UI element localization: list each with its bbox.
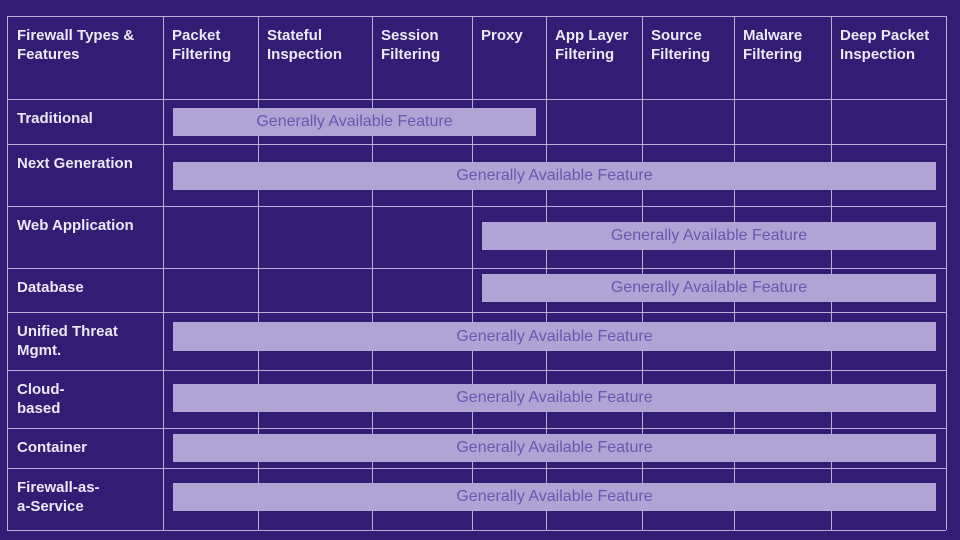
column-header: Source Filtering <box>651 27 711 63</box>
column-header: Stateful Inspection <box>267 27 343 63</box>
feature-bar: Generally Available Feature <box>482 274 936 302</box>
row-label: Firewall-as- a-Service <box>17 479 100 515</box>
grid-line-horizontal <box>7 268 946 269</box>
feature-bar-label: Generally Available Feature <box>256 113 453 130</box>
grid-line-horizontal <box>7 99 946 100</box>
feature-bar-label: Generally Available Feature <box>456 327 653 345</box>
grid-line-vertical <box>7 16 8 530</box>
column-header: Session Filtering <box>381 27 441 63</box>
grid-line-horizontal <box>7 312 946 313</box>
feature-bar: Generally Available Feature <box>482 222 936 250</box>
grid-line-horizontal <box>7 206 946 207</box>
feature-bar-label: Generally Available Feature <box>456 389 653 406</box>
column-header: Proxy <box>481 27 523 44</box>
corner-header: Firewall Types & Features <box>17 27 135 63</box>
row-label: Container <box>17 439 88 456</box>
feature-bar: Generally Available Feature <box>173 483 936 511</box>
row-label: Database <box>17 279 84 296</box>
feature-matrix: Firewall Types & Features Packet Filterin… <box>0 0 960 540</box>
feature-bar-label: Generally Available Feature <box>456 167 653 184</box>
row-label: Traditional <box>17 110 93 127</box>
grid-line-horizontal <box>7 428 946 429</box>
column-header: App Layer Filtering <box>555 27 629 63</box>
feature-bar-label: Generally Available Feature <box>456 488 653 505</box>
grid-line-horizontal <box>7 370 946 371</box>
feature-bar: Generally Available Feature <box>173 108 536 136</box>
grid-line-horizontal <box>7 468 946 469</box>
row-label: Web Application <box>17 217 134 234</box>
feature-bar-label: Generally Available Feature <box>456 439 653 456</box>
feature-bar-label: Generally Available Feature <box>610 227 808 244</box>
column-header: Packet Filtering <box>172 27 232 63</box>
row-label: Next Generation <box>17 155 133 172</box>
feature-bar: Generally Available Feature <box>173 434 936 462</box>
grid-line-horizontal <box>7 530 946 531</box>
column-header: Malware Filtering <box>743 27 803 63</box>
feature-bar-label: Generally Available Feature <box>610 279 808 296</box>
grid-line-vertical <box>163 16 164 530</box>
row-label: Unified Threat Mgmt. <box>17 323 118 359</box>
feature-bar: Generally Available Feature <box>173 384 936 412</box>
grid-line-horizontal <box>7 144 946 145</box>
row-label: Cloud- based <box>17 381 65 417</box>
grid-line-vertical <box>946 16 947 530</box>
feature-bar: Generally Available Feature <box>173 322 936 351</box>
column-header: Deep Packet Inspection <box>840 27 930 63</box>
grid-line-horizontal <box>7 16 946 17</box>
feature-bar: Generally Available Feature <box>173 162 936 190</box>
